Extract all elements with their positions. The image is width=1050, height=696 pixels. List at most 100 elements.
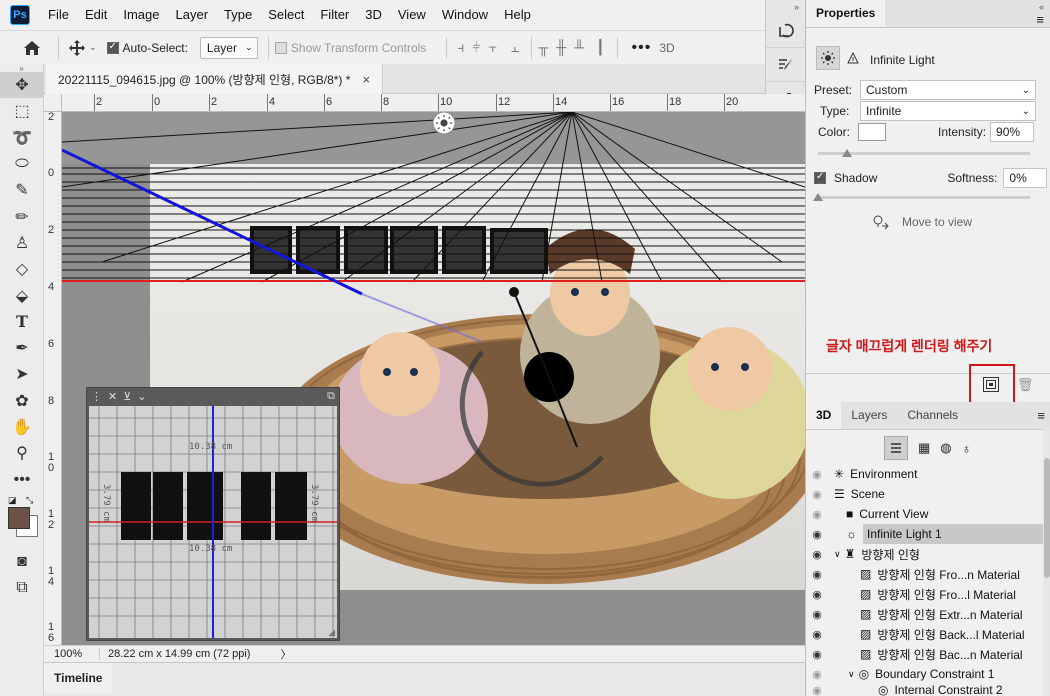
align-left-icon[interactable]: ⫞ <box>457 39 464 56</box>
path-select-tool-icon[interactable]: ➤ <box>0 361 44 387</box>
hand-tool-icon[interactable]: ✋ <box>0 414 44 440</box>
tab-3d[interactable]: 3D <box>806 401 842 429</box>
softness-slider-track[interactable] <box>818 196 1030 199</box>
shadow-checkbox[interactable] <box>814 171 826 184</box>
distribute-top-icon[interactable]: ╥ <box>538 39 548 56</box>
foreground-color-swatch[interactable] <box>8 506 30 529</box>
visibility-eye-icon[interactable]: ◉ <box>806 588 828 601</box>
menu-file[interactable]: File <box>40 0 77 30</box>
layer-row-scene[interactable]: ◉ ☰ Scene <box>806 484 1050 504</box>
layer-row-environment[interactable]: ◉ ✳ Environment <box>806 464 1050 484</box>
intensity-field[interactable]: 90% <box>990 122 1035 142</box>
zoom-tool-icon[interactable]: ⚲ <box>0 440 44 466</box>
distribute-vcenter-icon[interactable]: ╫ <box>556 39 566 56</box>
align-top-icon[interactable]: ⫠ <box>511 39 519 56</box>
type-dropdown[interactable]: Infinite ⌄ <box>860 101 1036 121</box>
layer-row-material[interactable]: ◉ ▨ 방향제 인형 Fro...l Material <box>806 584 1050 604</box>
chevron-down-icon[interactable]: ⌄ <box>89 42 97 53</box>
softness-field[interactable]: 0% <box>1003 168 1048 188</box>
visibility-eye-icon[interactable]: ◉ <box>806 648 828 661</box>
shape-tool-icon[interactable]: ✿ <box>0 388 44 414</box>
move-tool-icon[interactable] <box>65 36 89 60</box>
layers-scrollbar[interactable] <box>1043 428 1050 696</box>
render-icon[interactable] <box>983 377 999 392</box>
delete-icon[interactable]: 🗑 <box>1017 377 1034 393</box>
softness-slider-handle[interactable] <box>813 193 823 201</box>
tab-timeline[interactable]: Timeline <box>44 663 113 693</box>
menu-filter[interactable]: Filter <box>312 0 357 30</box>
quick-mask-icon[interactable]: ◙ <box>0 549 44 575</box>
meshes-icon[interactable]: ▦ <box>918 440 930 456</box>
align-right-icon[interactable]: ⫟ <box>488 39 496 56</box>
panel-grip-icon[interactable]: ⋮ <box>91 390 102 403</box>
tab-layers[interactable]: Layers <box>841 401 897 429</box>
move-tool-icon[interactable]: ✥ <box>0 72 44 99</box>
menu-view[interactable]: View <box>390 0 434 30</box>
auto-select-checkbox[interactable] <box>106 41 119 54</box>
lasso-tool-icon[interactable]: ➰ <box>0 125 44 151</box>
ruler-origin[interactable] <box>44 94 62 112</box>
eyedropper-tool-icon[interactable]: ✎ <box>0 177 44 203</box>
layer-row-mesh[interactable]: ◉ ∨ ♜ 방향제 인형 <box>806 544 1050 564</box>
layer-row-material[interactable]: ◉ ▨ 방향제 인형 Back...l Material <box>806 624 1050 644</box>
menu-edit[interactable]: Edit <box>77 0 115 30</box>
menu-select[interactable]: Select <box>260 0 312 30</box>
visibility-eye-icon[interactable]: ◉ <box>806 528 828 541</box>
maximize-icon[interactable]: ⧉ <box>327 390 335 403</box>
light-color-swatch[interactable] <box>858 123 886 141</box>
tab-properties[interactable]: Properties <box>806 0 886 27</box>
preset-dropdown[interactable]: Custom ⌄ <box>860 80 1036 100</box>
more-tools-icon[interactable]: ••• <box>0 466 44 492</box>
eraser-tool-icon[interactable]: ◇ <box>0 256 44 282</box>
default-colors-icon[interactable]: ◪ <box>8 495 17 506</box>
zoom-level[interactable]: 100% <box>44 648 100 660</box>
layer-row-material[interactable]: ◉ ▨ 방향제 인형 Fro...n Material <box>806 564 1050 584</box>
visibility-eye-icon[interactable]: ◉ <box>806 568 828 581</box>
lights-icon[interactable]: ♁ <box>962 441 972 456</box>
visibility-eye-icon[interactable]: ◉ <box>806 608 828 621</box>
chevron-down-icon[interactable]: ∨ <box>834 549 841 560</box>
materials-icon[interactable]: ◍ <box>940 440 951 456</box>
layer-row-infinite-light[interactable]: ◉ ☼ Infinite Light 1 <box>806 524 1050 544</box>
menu-layer[interactable]: Layer <box>168 0 217 30</box>
brush-tool-icon[interactable]: ✏ <box>0 203 44 229</box>
distribute-bottom-icon[interactable]: ╨ <box>574 39 584 56</box>
menu-3d[interactable]: 3D <box>357 0 390 30</box>
auto-select-dropdown[interactable]: Layer ⌄ <box>199 36 258 59</box>
visibility-eye-icon[interactable]: ◉ <box>806 684 828 696</box>
show-transform-checkbox[interactable] <box>274 41 287 54</box>
brush-settings-icon[interactable] <box>766 48 806 82</box>
close-icon[interactable]: × <box>362 72 370 87</box>
move-to-view-button[interactable]: Move to view <box>872 214 972 230</box>
align-center-icon[interactable]: ⫩ <box>472 39 480 56</box>
visibility-eye-icon[interactable]: ◉ <box>806 628 828 641</box>
layer-row-internal[interactable]: ◉ ◎ Internal Constraint 2 <box>806 684 1050 696</box>
floating-2d-view-panel[interactable]: ⋮ ✕ ⊻ ⌄ ⧉ 10.38 cm 10.38 cm 3.79 cm 3.79… <box>86 387 340 641</box>
float-panel-header[interactable]: ⋮ ✕ ⊻ ⌄ ⧉ <box>87 388 339 404</box>
visibility-eye-icon[interactable]: ◉ <box>806 488 828 501</box>
light-mode-icon[interactable] <box>816 46 840 70</box>
history-icon[interactable] <box>766 14 806 48</box>
visibility-eye-icon[interactable]: ◉ <box>806 668 828 681</box>
home-icon[interactable] <box>20 36 44 60</box>
layer-row-material[interactable]: ◉ ▨ 방향제 인형 Extr...n Material <box>806 604 1050 624</box>
type-tool-icon[interactable]: T <box>0 309 44 335</box>
menu-image[interactable]: Image <box>115 0 167 30</box>
visibility-eye-icon[interactable]: ◉ <box>806 548 828 561</box>
menu-window[interactable]: Window <box>434 0 496 30</box>
intensity-slider-handle[interactable] <box>842 149 852 157</box>
layer-row-boundary[interactable]: ◉ ∨ ◎ Boundary Constraint 1 <box>806 664 1050 684</box>
gradient-tool-icon[interactable]: ⬙ <box>0 282 44 308</box>
marquee-tool-icon[interactable]: ⬚ <box>0 98 44 124</box>
quick-select-tool-icon[interactable]: ⬭ <box>0 151 44 177</box>
document-tab[interactable]: 20221115_094615.jpg @ 100% (방향제 인형, RGB/… <box>46 64 384 94</box>
close-icon[interactable]: ✕ <box>108 390 117 403</box>
panel-menu-icon[interactable]: ≡ <box>1036 12 1050 27</box>
resize-grip-icon[interactable]: ◢ <box>328 627 335 638</box>
panel-menu-icon[interactable]: ≡ <box>1037 408 1050 423</box>
screen-mode-icon[interactable]: ⧉ <box>0 575 44 601</box>
chevron-right-icon[interactable]: 〉 <box>280 646 291 662</box>
more-options-icon[interactable]: ••• <box>632 39 652 57</box>
visibility-eye-icon[interactable]: ◉ <box>806 468 828 481</box>
view-menu-icon[interactable]: ⊻ <box>123 390 131 403</box>
